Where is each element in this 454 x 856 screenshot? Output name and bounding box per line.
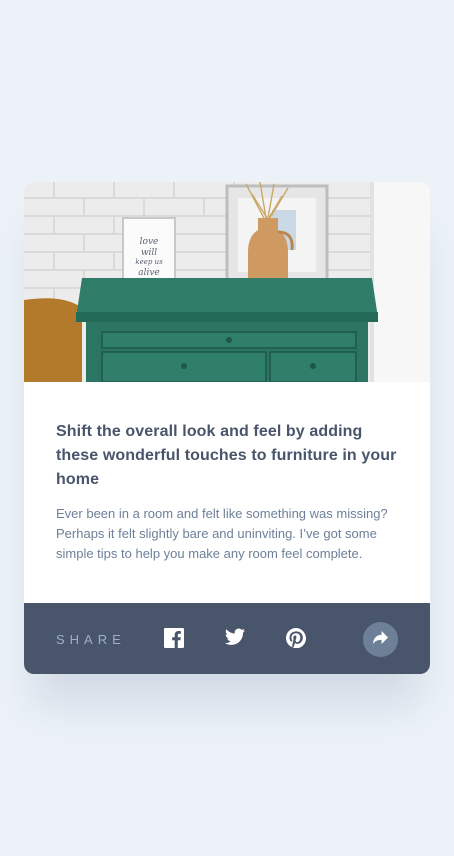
article-title: Shift the overall look and feel by addin… <box>56 423 397 488</box>
drawers-illustration: love will keep us alive <box>24 182 430 382</box>
svg-text:love: love <box>140 237 159 247</box>
share-button[interactable] <box>363 622 398 657</box>
article-card: love will keep us alive Shift the overal… <box>24 182 430 674</box>
share-icon <box>373 630 388 649</box>
article-description: Ever been in a room and felt like someth… <box>56 506 388 561</box>
share-label: SHARE <box>56 632 126 647</box>
svg-text:keep us: keep us <box>135 258 163 266</box>
facebook-icon[interactable] <box>164 628 186 650</box>
svg-text:alive: alive <box>138 268 160 278</box>
pinterest-icon[interactable] <box>286 628 308 650</box>
twitter-icon[interactable] <box>225 628 247 650</box>
article-body: Shift the overall look and feel by addin… <box>24 382 430 564</box>
svg-text:will: will <box>141 248 157 258</box>
article-image: love will keep us alive <box>24 182 430 382</box>
share-bar: SHARE <box>24 603 430 674</box>
